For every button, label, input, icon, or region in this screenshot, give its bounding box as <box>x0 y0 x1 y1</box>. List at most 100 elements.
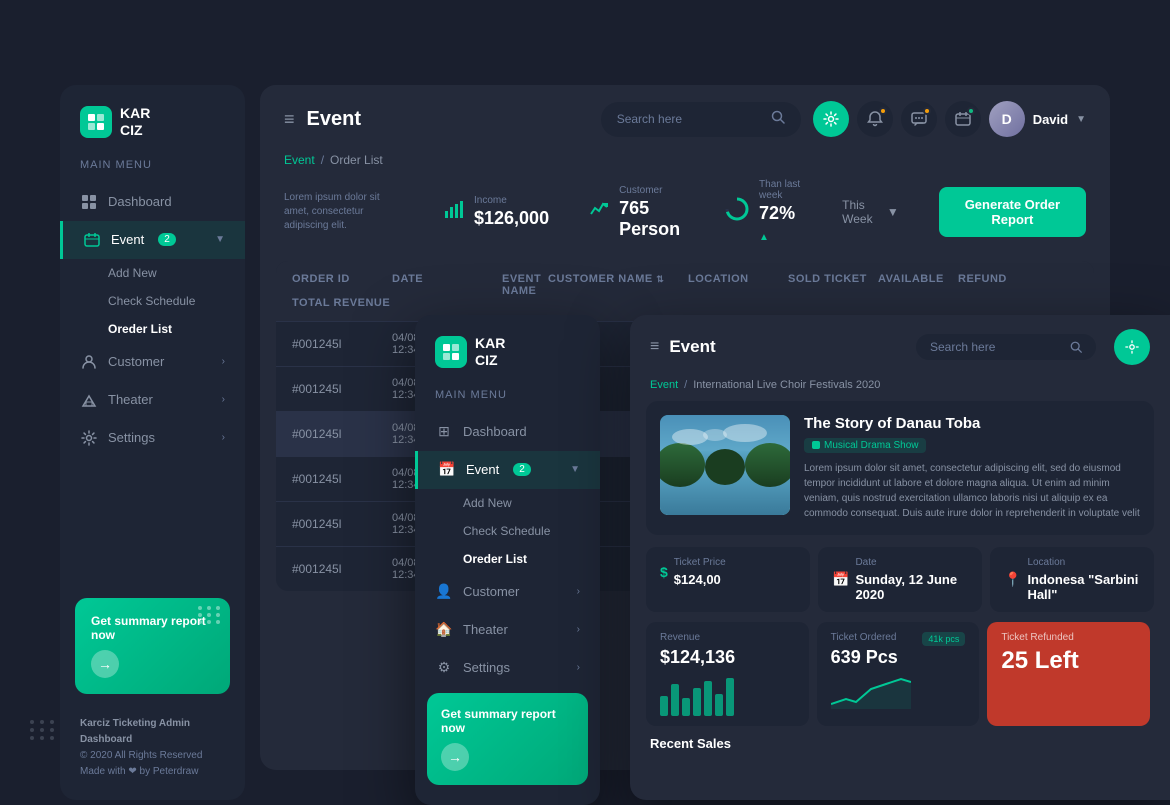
panel2-search-bar <box>916 334 1096 360</box>
panel2-header: ≡ Event <box>630 315 1170 379</box>
date-item: 📅 Date Sunday, 12 June 2020 <box>818 547 982 612</box>
sidebar-item-theater[interactable]: Theater › <box>60 381 245 419</box>
overlay-summary-btn[interactable]: → <box>441 743 469 771</box>
overlay-nav-settings[interactable]: ⚙ Settings › <box>415 649 600 687</box>
settings-btn[interactable] <box>813 101 849 137</box>
user-avatar[interactable]: D <box>989 101 1025 137</box>
ticket-line-chart <box>831 674 911 709</box>
overlay-summary-card[interactable]: Get summary report now → <box>427 693 588 785</box>
panel2-breadcrumb: Event / International Live Choir Festiva… <box>630 379 1170 401</box>
overlay-nav-theater[interactable]: 🏠 Theater › <box>415 611 600 649</box>
sidebar-item-dashboard[interactable]: Dashboard <box>60 183 245 221</box>
panel2-breadcrumb-sep: / <box>684 379 687 391</box>
overlay-subnav-order-list[interactable]: Oreder List <box>463 545 600 573</box>
th-order-id: Order ID <box>292 273 392 297</box>
ticket-refunded-label: Ticket Refunded <box>1001 632 1136 643</box>
footer-brand: Karciz Ticketing Admin Dashboard <box>80 716 225 748</box>
dashboard-icon <box>80 193 98 211</box>
subnav-add-new[interactable]: Add New <box>108 259 245 287</box>
event-tag-text: Musical Drama Show <box>824 440 918 451</box>
stat-income: Income $126,000 <box>444 195 549 229</box>
summary-card-btn[interactable]: → <box>91 650 119 678</box>
overlay-theater-icon: 🏠 <box>435 621 453 639</box>
hamburger-icon[interactable]: ≡ <box>284 109 295 130</box>
sidebar-item-label-dashboard: Dashboard <box>108 194 172 209</box>
location-value: Indonesa "Sarbini Hall" <box>1027 572 1140 602</box>
subnav-order-list[interactable]: Oreder List <box>108 315 245 343</box>
ticket-refunded-value: 25 Left <box>1001 647 1136 675</box>
content-header: ≡ Event <box>260 85 1110 153</box>
date-label: Date <box>855 557 968 568</box>
overlay-nav-dashboard[interactable]: ⊞ Dashboard <box>415 413 600 451</box>
location-label: Location <box>1027 557 1140 568</box>
th-refund: Refund <box>958 273 1078 297</box>
overlay-event-detail: ≡ Event Event / International Live Choir… <box>630 315 1170 800</box>
th-customer: Customer Name ⇅ <box>548 273 688 297</box>
user-dropdown-arrow[interactable]: ▼ <box>1076 114 1086 125</box>
overlay-dashboard-icon: ⊞ <box>435 423 453 441</box>
revenue-card: Revenue $124,136 <box>646 622 809 726</box>
settings-icon <box>80 429 98 447</box>
stat-customer: Customer 765 Person <box>589 185 685 240</box>
chat-btn[interactable] <box>901 101 937 137</box>
progress-icon <box>725 197 749 227</box>
search-icon <box>771 110 785 129</box>
header-icons: D David ▼ <box>813 101 1086 137</box>
income-label: Income <box>474 195 549 206</box>
breadcrumb-parent[interactable]: Event <box>284 153 315 167</box>
week-dropdown-icon: ▼ <box>887 205 899 219</box>
ticket-refunded-card: Ticket Refunded 25 Left <box>987 622 1150 726</box>
sidebar-item-label-customer: Customer <box>108 354 164 369</box>
ticket-price-label: Ticket Price <box>674 557 726 568</box>
overlay-customer-label: Customer <box>463 584 519 599</box>
panel2-search-icon <box>1070 340 1082 354</box>
breadcrumb-current: Order List <box>330 153 383 167</box>
week-label: This Week <box>842 198 881 226</box>
chat-dot <box>923 107 931 115</box>
page-title: Event <box>307 108 361 131</box>
week-selector[interactable]: This Week ▼ <box>842 198 899 226</box>
customer-arrow: › <box>222 356 225 367</box>
overlay-event-arrow: ▼ <box>570 464 580 475</box>
revenue-value: $124,136 <box>660 647 795 668</box>
overlay-theater-label: Theater <box>463 622 508 637</box>
calendar-btn[interactable] <box>945 101 981 137</box>
event-meta-row: $ Ticket Price $124,00 📅 Date Sunday, 12… <box>646 547 1154 612</box>
panel2-hamburger[interactable]: ≡ <box>650 338 659 356</box>
than-last-week-label: Than last week <box>759 179 802 201</box>
th-available: Available <box>878 273 958 297</box>
than-last-week-value: 72% ▲ <box>759 203 802 245</box>
th-location: Location <box>688 273 788 297</box>
subnav-check-schedule[interactable]: Check Schedule <box>108 287 245 315</box>
event-badge: 2 <box>158 233 176 246</box>
sidebar-item-settings[interactable]: Settings › <box>60 419 245 457</box>
overlay-sidebar: KARCIZ Main Menu ⊞ Dashboard 📅 Event 2 ▼… <box>415 315 600 805</box>
panel2-search-input[interactable] <box>930 340 1062 354</box>
generate-report-btn[interactable]: Generate Order Report <box>939 187 1086 237</box>
panel2-breadcrumb-parent[interactable]: Event <box>650 379 678 391</box>
customer-value: 765 Person <box>619 198 685 240</box>
panel2-settings-btn[interactable] <box>1114 329 1150 365</box>
event-info: The Story of Danau Toba Musical Drama Sh… <box>804 415 1140 521</box>
search-input[interactable] <box>617 112 763 126</box>
ticket-price-item: $ Ticket Price $124,00 <box>646 547 810 612</box>
stat-than-last-week: Than last week 72% ▲ <box>725 179 802 245</box>
customer-label: Customer <box>619 185 685 196</box>
panel2-title: Event <box>669 337 715 357</box>
sidebar-item-customer[interactable]: Customer › <box>60 343 245 381</box>
overlay-logo-text: KARCIZ <box>475 335 505 369</box>
theater-arrow: › <box>222 394 225 405</box>
notification-btn[interactable] <box>857 101 893 137</box>
ticket-ordered-card: Ticket Ordered 639 Pcs 41k pcs <box>817 622 980 726</box>
overlay-nav-customer[interactable]: 👤 Customer › <box>415 573 600 611</box>
overlay-nav-event[interactable]: 📅 Event 2 ▼ <box>415 451 600 489</box>
overlay-subnav-add-new[interactable]: Add New <box>463 489 600 517</box>
sidebar-item-event[interactable]: Event 2 ▼ <box>60 221 245 259</box>
logo-icon <box>80 106 112 138</box>
summary-card[interactable]: Get summary report now → <box>75 598 230 694</box>
overlay-main-menu-label: Main Menu <box>415 389 600 413</box>
stat-description: Lorem ipsum dolor sit amet, consectetur … <box>284 191 404 233</box>
footer-made-with: Made with ❤ by Peterdraw <box>80 764 225 780</box>
date-value: Sunday, 12 June 2020 <box>855 572 968 602</box>
overlay-subnav-check-schedule[interactable]: Check Schedule <box>463 517 600 545</box>
